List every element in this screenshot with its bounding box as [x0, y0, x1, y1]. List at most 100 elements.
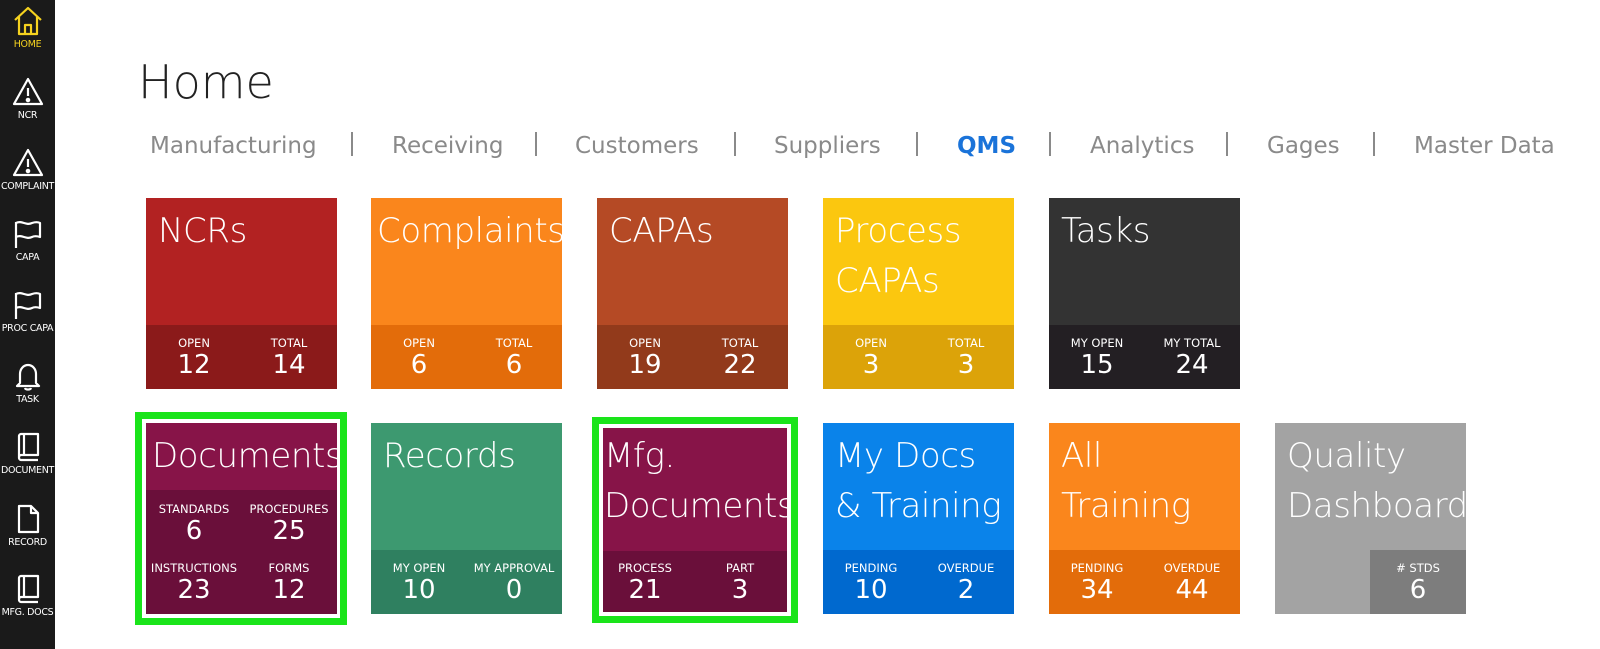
tile-title-line: Dashboard [1287, 486, 1466, 526]
tile-title: Quality Dashboard [1287, 431, 1466, 531]
tile-stats-strip: MY OPEN 15 MY TOTAL 24 [1049, 325, 1240, 389]
tile-title-line: Process [835, 211, 962, 251]
tile-title: Records [383, 436, 516, 476]
stat-total: TOTAL 6 [466, 336, 562, 380]
stat-label: PART [725, 561, 755, 575]
tile-title: My Docs & Training [835, 431, 1002, 531]
tile-records[interactable]: Records MY OPEN 10 MY APPROVAL 0 [371, 423, 562, 614]
stat-label: OVERDUE [937, 561, 995, 575]
tile-tasks[interactable]: Tasks MY OPEN 15 MY TOTAL 24 [1049, 198, 1240, 389]
tile-title: Complaints [377, 211, 562, 251]
sidebar-item-label: NCR [17, 110, 38, 121]
flag-icon [14, 292, 41, 319]
stat-value: 34 [1080, 575, 1114, 605]
stat-value: 6 [505, 350, 523, 380]
sidebar-item-proc-capa[interactable]: PROC CAPA [0, 284, 55, 352]
sidebar-item-label: DOCUMENT [0, 465, 55, 476]
sidebar-item-task[interactable]: TASK [0, 355, 55, 423]
stat-value: 15 [1080, 350, 1114, 380]
sidebar-item-label: PROC CAPA [1, 323, 54, 334]
tab-qms[interactable]: QMS [957, 130, 1016, 162]
stat-value: 3 [957, 350, 975, 380]
tile-my-docs-training[interactable]: My Docs & Training PENDING 10 OVERDUE 2 [823, 423, 1014, 614]
tile-stats-strip: OPEN 12 TOTAL 14 [146, 325, 337, 389]
sidebar: HOME NCR COMPLAINT CAPA PROC CAPA TASK D… [0, 0, 55, 649]
sidebar-item-document[interactable]: DOCUMENT [0, 426, 55, 494]
stat-num-stds: # STDS 6 [1370, 561, 1466, 605]
tile-stats-strip: OPEN 6 TOTAL 6 [371, 325, 562, 389]
stat-label: TOTAL [721, 336, 759, 350]
tab-separator [535, 132, 537, 156]
tab-separator [1226, 132, 1228, 156]
stat-value: 6 [410, 350, 428, 380]
tile-title: Tasks [1061, 211, 1151, 251]
tab-manufacturing[interactable]: Manufacturing [150, 130, 317, 162]
stat-label: OPEN [403, 336, 435, 350]
stat-label: PROCESS [618, 561, 672, 575]
tab-separator [1049, 132, 1051, 156]
tab-customers[interactable]: Customers [575, 130, 699, 162]
sidebar-item-record[interactable]: RECORD [0, 498, 55, 566]
sidebar-item-capa[interactable]: CAPA [0, 213, 55, 281]
tab-master-data[interactable]: Master Data [1414, 130, 1555, 162]
tile-ncrs[interactable]: NCRs OPEN 12 TOTAL 14 [146, 198, 337, 389]
tile-title: Mfg. Documents [604, 431, 787, 531]
stat-total: TOTAL 3 [918, 336, 1014, 380]
stat-total: TOTAL 22 [692, 336, 788, 380]
stat-part: PART 3 [692, 561, 787, 605]
sidebar-item-home[interactable]: HOME [0, 0, 55, 68]
stat-my-open: MY OPEN 10 [371, 561, 467, 605]
bell-icon [15, 363, 40, 391]
stat-value: 10 [402, 575, 436, 605]
tile-title-line: Quality [1287, 436, 1406, 476]
stat-label: OPEN [629, 336, 661, 350]
stat-label: TOTAL [495, 336, 533, 350]
tile-title-line: Documents [604, 486, 787, 526]
stat-value: 12 [272, 575, 306, 605]
tile-mfg-documents[interactable]: Mfg. Documents PROCESS 21 PART 3 [603, 428, 787, 612]
sidebar-item-label: CAPA [15, 252, 40, 263]
tile-capas[interactable]: CAPAs OPEN 19 TOTAL 22 [597, 198, 788, 389]
stat-procedures: PROCEDURES 25 [241, 502, 337, 546]
stat-my-approval: MY APPROVAL 0 [466, 561, 562, 605]
book-icon [17, 432, 39, 462]
stat-open: OPEN 3 [823, 336, 919, 380]
home-icon [13, 6, 42, 36]
stat-label: INSTRUCTIONS [150, 561, 238, 575]
warning-icon [12, 148, 43, 177]
stat-label: MY TOTAL [1163, 336, 1221, 350]
tile-stats-strip: OPEN 3 TOTAL 3 [823, 325, 1014, 389]
tile-quality-dashboard[interactable]: Quality Dashboard # STDS 6 [1275, 423, 1466, 614]
tile-stats-strip: PENDING 10 OVERDUE 2 [823, 550, 1014, 614]
tile-title-line: Training [1061, 486, 1191, 526]
tab-receiving[interactable]: Receiving [392, 130, 503, 162]
sidebar-item-ncr[interactable]: NCR [0, 71, 55, 139]
stat-label: TOTAL [270, 336, 308, 350]
stat-total: TOTAL 14 [241, 336, 337, 380]
stat-value: 23 [177, 575, 211, 605]
tile-all-training[interactable]: All Training PENDING 34 OVERDUE 44 [1049, 423, 1240, 614]
stat-label: PENDING [844, 561, 898, 575]
stat-value: 19 [628, 350, 662, 380]
book-icon [17, 574, 39, 604]
tab-suppliers[interactable]: Suppliers [774, 130, 881, 162]
tile-stats-strip: # STDS 6 [1370, 550, 1466, 614]
stat-value: 12 [177, 350, 211, 380]
tile-documents[interactable]: Documents STANDARDS 6 PROCEDURES 25 INST… [146, 423, 337, 614]
tile-title-line: Mfg. [604, 436, 675, 476]
stat-value: 24 [1175, 350, 1209, 380]
sidebar-item-mfg-docs[interactable]: MFG. DOCS [0, 568, 55, 636]
stat-value: 0 [505, 575, 523, 605]
stat-label: # STDS [1396, 561, 1440, 575]
sidebar-item-label: MFG. DOCS [1, 607, 54, 618]
stat-value: 6 [185, 516, 203, 546]
sidebar-item-complaint[interactable]: COMPLAINT [0, 142, 55, 210]
tab-gages[interactable]: Gages [1267, 130, 1340, 162]
stat-value: 2 [957, 575, 975, 605]
tab-analytics[interactable]: Analytics [1090, 130, 1194, 162]
sidebar-item-label: COMPLAINT [0, 181, 55, 192]
tile-stats-strip: OPEN 19 TOTAL 22 [597, 325, 788, 389]
stat-label: STANDARDS [158, 502, 230, 516]
tile-process-capas[interactable]: Process CAPAs OPEN 3 TOTAL 3 [823, 198, 1014, 389]
tile-complaints[interactable]: Complaints OPEN 6 TOTAL 6 [371, 198, 562, 389]
